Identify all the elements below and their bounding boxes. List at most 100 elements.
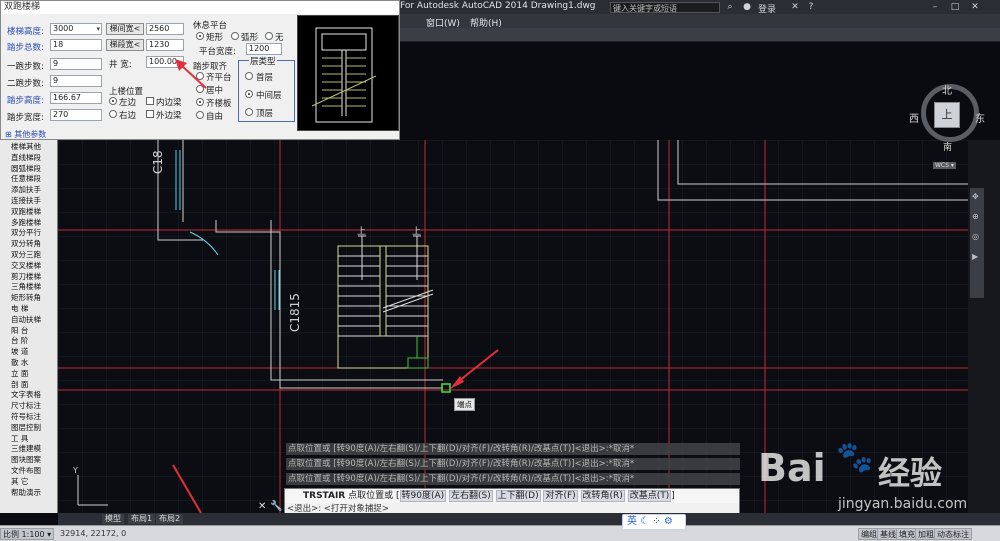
tool-panel-item[interactable]: 坡 道 (11, 347, 66, 356)
maximize-icon[interactable]: □ (950, 2, 960, 12)
ucs-menu[interactable]: WCS ▾ (933, 162, 956, 169)
level-middle-radio[interactable] (245, 90, 253, 98)
command-option[interactable]: 转90度(A) (399, 490, 447, 502)
flight1-steps-label: 一跑步数: (7, 62, 44, 72)
close-icon[interactable]: ✕ (970, 2, 980, 12)
tool-panel-item[interactable]: 多跑楼梯 (11, 218, 66, 227)
zoom-icon[interactable]: ⊕ (972, 212, 979, 221)
tool-panel-item[interactable]: 双分转角 (11, 239, 66, 248)
tool-panel-item[interactable]: 帮助演示 (11, 488, 66, 497)
position-right-radio[interactable] (109, 110, 117, 118)
platform-width-input[interactable]: 1200 (246, 43, 282, 55)
level-first-radio[interactable] (245, 72, 253, 80)
wrench-icon[interactable]: 🔧 (270, 501, 282, 512)
tool-panel-item[interactable]: 双分三跑 (11, 250, 66, 259)
command-option[interactable]: 改转角(R) (580, 490, 625, 502)
total-steps-label: 踏步总数: (7, 43, 44, 53)
tool-panel-item[interactable]: 剖 面 (11, 380, 66, 389)
tool-panel-item[interactable]: 尺寸标注 (11, 401, 66, 410)
tool-panel-item[interactable]: 剪刀楼梯 (11, 272, 66, 281)
stair-width-input[interactable]: 2560 (146, 23, 184, 35)
tool-panel-item[interactable]: 符号标注 (11, 412, 66, 421)
command-option[interactable]: 上下翻(D) (495, 490, 541, 502)
command-option[interactable]: 改基点(T) (627, 490, 672, 502)
inner-beam-label: 内边梁 (156, 98, 182, 108)
landing-label: 休息平台 (193, 21, 228, 31)
tool-panel-item[interactable]: 圆弧梯段 (11, 164, 66, 173)
scale-select[interactable]: 比例 1:100 ▾ (0, 528, 55, 540)
tool-panel-item[interactable]: 文字表格 (11, 390, 66, 399)
help-icon[interactable]: ? (806, 2, 816, 12)
close-command-icon[interactable]: ✕ (258, 501, 266, 512)
inner-beam-checkbox[interactable] (146, 97, 154, 105)
user-icon[interactable]: ● (742, 2, 752, 12)
landing-none-radio[interactable] (265, 32, 273, 40)
showmotion-icon[interactable]: ▶ (972, 252, 978, 261)
tool-panel-item[interactable]: 自动扶梯 (11, 315, 66, 324)
tool-panel-item[interactable]: 台 阶 (11, 336, 66, 345)
flight1-steps-input[interactable]: 9 (50, 58, 102, 70)
paw-icon: 🐾 (836, 440, 874, 475)
stair-up-mark: 上 (357, 227, 367, 237)
tool-panel-item[interactable]: 矩形转角 (11, 293, 66, 302)
tool-panel-item[interactable]: 图块图案 (11, 455, 66, 464)
window-title: For Autodesk AutoCAD 2014 Drawing1.dwg (400, 1, 596, 11)
tool-panel-item[interactable]: 其 它 (11, 477, 66, 486)
ime-toolbar[interactable]: 英 ☾ ⁘ ⚙ (622, 514, 686, 530)
tab-model[interactable]: 模型 (102, 514, 124, 524)
tool-panel-item[interactable]: 三维建模 (11, 444, 66, 453)
align-free-radio[interactable] (196, 111, 204, 119)
history-line: 点取位置或 [转90度(A)/左右翻(S)/上下翻(D)/对齐(F)/改转角(R… (286, 443, 740, 455)
tool-panel-item[interactable]: 工 具 (11, 434, 66, 443)
tool-panel-item[interactable]: 三角楼梯 (11, 282, 66, 291)
flight-width-input[interactable]: 1230 (146, 39, 184, 51)
total-steps-input[interactable]: 18 (50, 39, 102, 51)
minimize-icon[interactable]: – (930, 2, 940, 12)
moon-icon[interactable]: ☾ (640, 516, 652, 527)
step-width-input[interactable]: 270 (50, 109, 102, 121)
tool-panel-item[interactable]: 交叉楼梯 (11, 261, 66, 270)
command-option[interactable]: 对齐(F) (543, 490, 578, 502)
pan-icon[interactable]: ✥ (972, 192, 979, 201)
tool-panel-item[interactable]: 任意梯段 (11, 174, 66, 183)
compass-east: 东 (975, 114, 985, 125)
stair-height-select[interactable]: 3000 (50, 23, 102, 35)
well-width-label: 井 宽: (109, 60, 132, 70)
tab-layout2[interactable]: 布局2 (156, 514, 184, 524)
tool-panel-item[interactable]: 立 面 (11, 369, 66, 378)
stair-width-button[interactable]: 梯间宽< (106, 23, 144, 35)
step-height-input[interactable]: 166.67 (50, 92, 102, 104)
orbit-icon[interactable]: ◎ (972, 232, 979, 241)
tool-panel-item[interactable]: 散 水 (11, 358, 66, 367)
level-top-radio[interactable] (245, 108, 253, 116)
align-floor-radio[interactable] (196, 98, 204, 106)
tool-panel-item[interactable]: 双跑楼梯 (11, 207, 66, 216)
more-params-toggle[interactable]: ⊞ 其他参数 (5, 129, 46, 140)
landing-arc-radio[interactable] (231, 32, 239, 40)
punct-icon[interactable]: ⁘ (652, 516, 664, 527)
tool-panel-item[interactable]: 文件布图 (11, 466, 66, 475)
search-icon[interactable]: ⌕ (725, 2, 735, 12)
command-line[interactable]: ▸ TRSTAIR 点取位置或 [转90度(A) 左右翻(S) 上下翻(D) 对… (284, 488, 740, 516)
align-free-label: 自由 (206, 112, 224, 122)
tool-panel-item[interactable]: 楼梯其他 (11, 142, 66, 151)
command-option[interactable]: 左右翻(S) (449, 490, 493, 502)
tool-panel-item[interactable]: 连接扶手 (11, 196, 66, 205)
flight2-steps-input[interactable]: 9 (50, 75, 102, 87)
tab-layout1[interactable]: 布局1 (128, 514, 156, 524)
viewcube-face[interactable]: 上 (934, 102, 960, 128)
tool-panel-item[interactable]: 双分平行 (11, 228, 66, 237)
ime-language[interactable]: 英 (627, 516, 637, 527)
tool-panel-item[interactable]: 图层控制 (11, 423, 66, 432)
settings-icon[interactable]: ⚙ (664, 516, 673, 527)
flight-width-button[interactable]: 梯段宽< (106, 39, 144, 51)
position-left-radio[interactable] (109, 97, 117, 105)
tool-panel-item[interactable]: 电 梯 (11, 304, 66, 313)
tool-panel-item[interactable]: 添加扶手 (11, 185, 66, 194)
tool-panel-item[interactable]: 阳 台 (11, 326, 66, 335)
exchange-icon[interactable]: ✕ (790, 2, 800, 12)
tool-panel-item[interactable]: 直线梯段 (11, 153, 66, 162)
outer-beam-checkbox[interactable] (146, 110, 154, 118)
landing-rect-radio[interactable] (196, 32, 204, 40)
search-input[interactable]: 键入关键字或短语 (610, 2, 720, 13)
